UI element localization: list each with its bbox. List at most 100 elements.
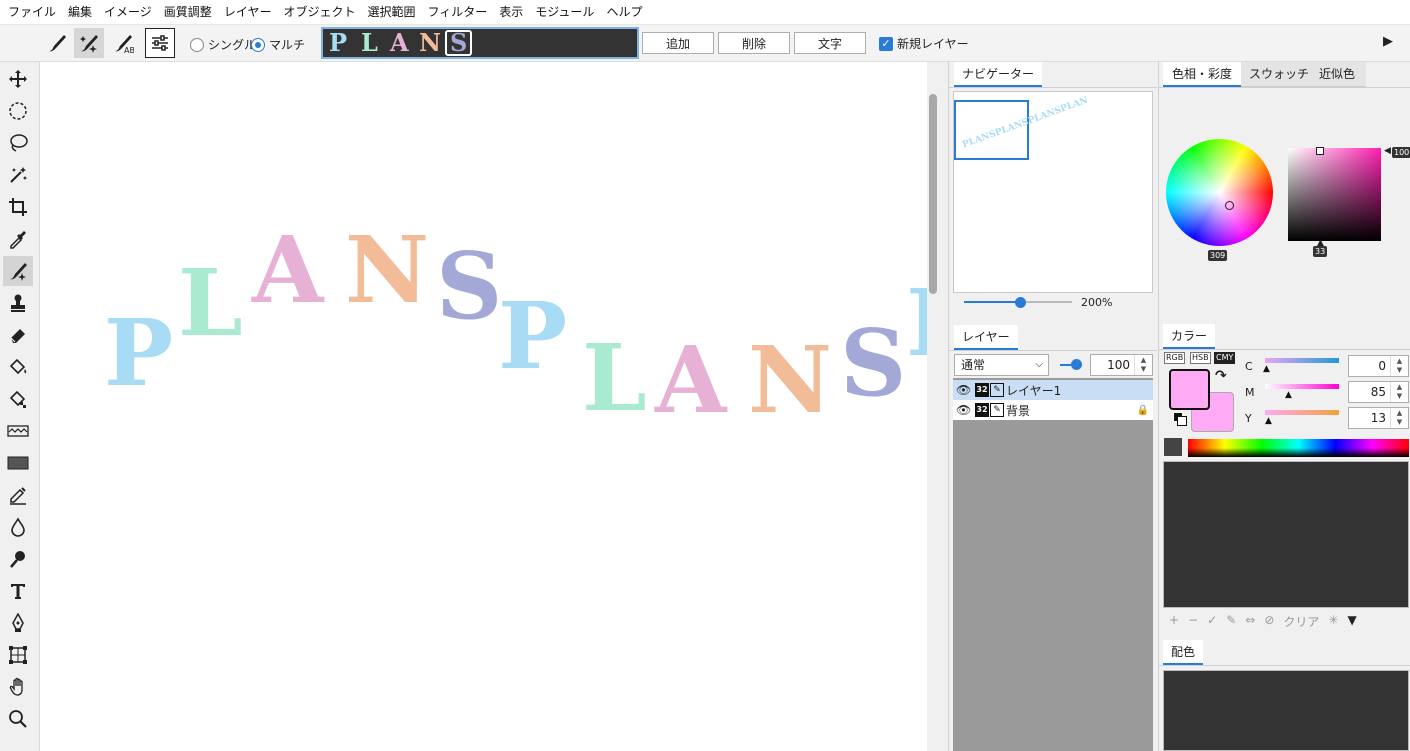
layer-row[interactable]: 👁 32 ✎ 背景 🔒: [953, 400, 1153, 420]
channel-m-gradient[interactable]: [1265, 384, 1339, 389]
eye-icon[interactable]: 👁: [956, 383, 972, 397]
pattern-letter[interactable]: A: [390, 29, 409, 57]
pencil-icon[interactable]: ✎: [990, 383, 1004, 397]
menu-module[interactable]: モジュール: [533, 0, 602, 25]
channel-y-input[interactable]: 13 ▲ ▼: [1348, 407, 1409, 429]
spin-arrows-icon[interactable]: ▲ ▼: [1390, 382, 1408, 402]
tab-layers[interactable]: レイヤー: [954, 325, 1018, 350]
fill-tool[interactable]: [3, 352, 33, 382]
channel-m-input[interactable]: 85 ▲ ▼: [1348, 381, 1409, 403]
new-layer-checkbox[interactable]: ✓ 新規レイヤー: [879, 35, 969, 52]
spin-arrows-icon[interactable]: ▲ ▼: [1390, 356, 1408, 376]
tab-hue-saturation[interactable]: 色相・彩度: [1163, 62, 1241, 87]
move-tool[interactable]: [3, 64, 33, 94]
hsb-mode-button[interactable]: HSB: [1190, 352, 1211, 364]
gray-swatch[interactable]: [1164, 438, 1182, 456]
swap-icon[interactable]: ⇔: [1245, 613, 1255, 630]
pattern-brush-mode-button[interactable]: AB: [108, 28, 138, 58]
canvas-vertical-scrollbar[interactable]: [927, 62, 939, 751]
menu-object[interactable]: オブジェクト: [281, 0, 363, 25]
toolbar-more-arrow[interactable]: ▶: [1383, 34, 1393, 49]
pattern-fill-tool[interactable]: [3, 384, 33, 414]
check-icon[interactable]: ✓: [1207, 613, 1217, 630]
crop-tool[interactable]: [3, 192, 33, 222]
block-icon[interactable]: ⊘: [1264, 613, 1274, 630]
opacity-input[interactable]: 100 ▲ ▼: [1090, 354, 1153, 376]
scrollbar-thumb[interactable]: [929, 94, 937, 294]
hue-wheel[interactable]: [1166, 139, 1273, 246]
text-tool[interactable]: [3, 576, 33, 606]
tab-navigator[interactable]: ナビゲーター: [954, 62, 1043, 87]
channel-m-handle[interactable]: ▲: [1285, 390, 1292, 400]
transform-tool[interactable]: [3, 640, 33, 670]
sparkle-icon[interactable]: ✳: [1328, 613, 1338, 630]
blur-tool[interactable]: [3, 512, 33, 542]
add-swatch-icon[interactable]: +: [1169, 613, 1179, 630]
add-button[interactable]: 追加: [642, 32, 714, 54]
color-harmony-area[interactable]: [1163, 670, 1409, 751]
single-mode-radio[interactable]: シングル: [190, 36, 256, 53]
canvas[interactable]: P L A N S P L A N S P: [39, 62, 939, 751]
channel-y-gradient[interactable]: [1265, 410, 1339, 415]
menu-adjust[interactable]: 画質調整: [162, 0, 220, 25]
channel-c-gradient[interactable]: [1265, 358, 1339, 363]
eraser-tool[interactable]: [3, 320, 33, 350]
smudge-tool[interactable]: [3, 544, 33, 574]
edit-icon[interactable]: ✎: [1226, 613, 1236, 630]
gradient-tool[interactable]: [3, 416, 33, 446]
color-spectrum-bar[interactable]: [1188, 439, 1409, 457]
dropdown-arrow-icon[interactable]: ▼: [1347, 613, 1356, 630]
brush-settings-button[interactable]: [145, 28, 175, 58]
channel-y-handle[interactable]: ▲: [1265, 416, 1272, 426]
pencil-icon[interactable]: ✎: [990, 403, 1004, 417]
channel-c-handle[interactable]: ▲: [1263, 364, 1270, 374]
menu-filter[interactable]: フィルター: [425, 0, 495, 25]
saturation-value-square[interactable]: [1288, 148, 1381, 241]
brush-mode-button[interactable]: [42, 28, 72, 58]
rectangle-tool[interactable]: [3, 448, 33, 478]
tab-color-harmony[interactable]: 配色: [1163, 640, 1204, 665]
rgb-mode-button[interactable]: RGB: [1164, 352, 1186, 364]
spin-arrows-icon[interactable]: ▲ ▼: [1390, 408, 1408, 428]
swap-colors-icon[interactable]: ↷: [1215, 368, 1227, 384]
remove-swatch-icon[interactable]: −: [1188, 613, 1198, 630]
menu-selection[interactable]: 選択範囲: [365, 0, 423, 25]
pen-nib-tool[interactable]: [3, 608, 33, 638]
lasso-tool[interactable]: [3, 128, 33, 158]
hand-tool[interactable]: [3, 672, 33, 702]
foreground-color-swatch[interactable]: [1169, 369, 1210, 410]
tab-swatches[interactable]: スウォッチ: [1241, 62, 1309, 87]
magic-wand-tool[interactable]: [3, 160, 33, 190]
opacity-slider-knob[interactable]: [1071, 359, 1082, 370]
tab-color[interactable]: カラー: [1163, 324, 1216, 349]
pattern-letter[interactable]: L: [361, 29, 378, 57]
menu-file[interactable]: ファイル: [6, 0, 64, 25]
menu-view[interactable]: 表示: [497, 0, 531, 25]
sparkle-brush-mode-button[interactable]: [74, 28, 104, 58]
delete-button[interactable]: 削除: [718, 32, 790, 54]
multi-mode-radio[interactable]: マルチ: [251, 36, 305, 53]
vector-pen-tool[interactable]: [3, 480, 33, 510]
saturation-value-marker[interactable]: [1316, 147, 1324, 155]
blend-mode-select[interactable]: 通常 ⌵: [954, 354, 1049, 376]
cmy-mode-button[interactable]: CMY: [1214, 352, 1236, 364]
eyedropper-tool[interactable]: [3, 224, 33, 254]
clear-button[interactable]: クリア: [1283, 613, 1319, 630]
ellipse-select-tool[interactable]: [3, 96, 33, 126]
pattern-letter-strip[interactable]: P L A N S: [321, 27, 639, 59]
zoom-tool[interactable]: [3, 704, 33, 734]
menu-help[interactable]: ヘルプ: [604, 0, 650, 25]
lock-icon[interactable]: 🔒: [1137, 405, 1149, 416]
navigator-preview[interactable]: PLANSPLANSPLANSPLAN: [953, 91, 1153, 293]
layer-row[interactable]: 👁 32 ✎ レイヤー1: [953, 380, 1153, 400]
swatch-area[interactable]: [1163, 461, 1409, 608]
spin-arrows-icon[interactable]: ▲ ▼: [1134, 355, 1152, 375]
stamp-tool[interactable]: [3, 288, 33, 318]
menu-image[interactable]: イメージ: [102, 0, 160, 25]
tab-similar-colors[interactable]: 近似色: [1308, 62, 1366, 87]
pattern-letter[interactable]: P: [329, 29, 347, 57]
channel-c-input[interactable]: 0 ▲ ▼: [1348, 355, 1409, 377]
sparkle-brush-tool[interactable]: [3, 256, 33, 286]
pattern-letter[interactable]: N: [419, 29, 441, 57]
text-button[interactable]: 文字: [794, 32, 866, 54]
